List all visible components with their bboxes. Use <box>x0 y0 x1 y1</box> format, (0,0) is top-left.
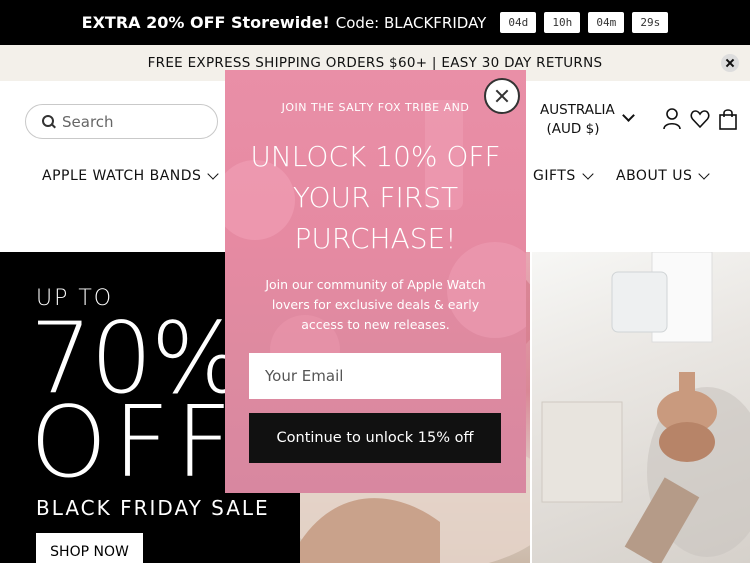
currency-selector[interactable]: AUSTRALIA (AUD $) <box>540 101 615 139</box>
shipping-text: FREE EXPRESS SHIPPING ORDERS $60+ | EASY… <box>147 55 603 71</box>
promo-code: Code: BLACKFRIDAY <box>335 13 487 32</box>
shop-now-button[interactable]: SHOP NOW <box>36 533 143 563</box>
nav-label: GIFTS <box>533 168 576 184</box>
chevron-down-icon[interactable] <box>622 109 635 122</box>
chevron-down-icon <box>698 167 711 180</box>
account-icon[interactable] <box>662 108 682 130</box>
modal-title-line: PURCHASE! <box>294 222 457 255</box>
signup-modal: JOIN THE SALTY FOX TRIBE AND UNLOCK 10% … <box>225 70 526 493</box>
search-icon <box>42 114 56 129</box>
hero-off: OFF <box>30 386 238 500</box>
timer-seconds: 29s <box>632 12 669 33</box>
countdown-timer: 04d 10h 04m 29s <box>500 12 669 33</box>
modal-description: Join our community of Apple Watch lovers… <box>265 277 486 332</box>
currency-code: (AUD $) <box>546 121 600 137</box>
nav-label: ABOUT US <box>616 168 693 184</box>
hero-sale-text: BLACK FRIDAY SALE <box>36 496 270 520</box>
nav-label: APPLE WATCH BANDS <box>42 168 202 184</box>
promo-headline: EXTRA 20% OFF Storewide! <box>81 13 330 32</box>
chevron-down-icon <box>207 167 220 180</box>
search-input[interactable] <box>62 112 202 131</box>
modal-pre-title: JOIN THE SALTY FOX TRIBE AND <box>281 101 470 114</box>
modal-title: UNLOCK 10% OFF YOUR FIRST PURCHASE! <box>225 136 526 259</box>
close-icon[interactable] <box>721 54 739 72</box>
continue-unlock-button[interactable]: Continue to unlock 15% off <box>249 413 501 463</box>
nav-about-us[interactable]: ABOUT US <box>616 167 711 184</box>
chevron-down-icon <box>582 167 594 180</box>
nav-apple-watch-bands[interactable]: APPLE WATCH BANDS <box>42 167 220 184</box>
cart-icon[interactable] <box>718 108 738 130</box>
wishlist-icon[interactable] <box>690 108 710 130</box>
hero-product-image <box>532 252 750 563</box>
currency-country: AUSTRALIA <box>540 102 615 118</box>
timer-minutes: 04m <box>588 12 625 33</box>
promo-bar: EXTRA 20% OFF Storewide! Code: BLACKFRID… <box>0 0 750 45</box>
modal-title-line: YOUR FIRST <box>292 181 459 214</box>
nav-gifts[interactable]: GIFTS <box>533 167 594 184</box>
product-photo <box>541 252 750 563</box>
modal-title-line: UNLOCK 10% OFF <box>250 140 501 173</box>
search-box[interactable] <box>25 104 218 139</box>
close-icon[interactable] <box>484 78 520 114</box>
timer-days: 04d <box>500 12 537 33</box>
timer-hours: 10h <box>544 12 581 33</box>
email-field[interactable] <box>249 353 501 399</box>
